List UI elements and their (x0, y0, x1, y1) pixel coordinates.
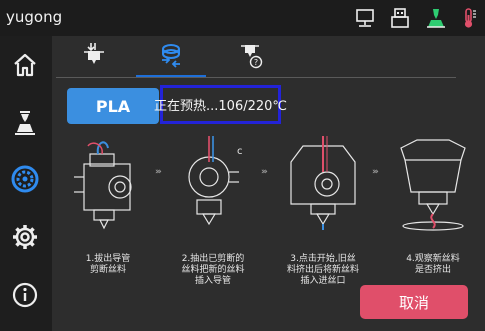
step-3-caption: 3.点击开始,旧丝 料挤出后将新丝料 插入进丝口 (286, 254, 359, 286)
sidebar (0, 36, 52, 331)
step-1-illustration (62, 132, 154, 232)
filament-icon (10, 164, 40, 198)
step-4-caption: 4.观察新丝料 是否挤出 (406, 254, 460, 275)
network-icon[interactable] (354, 7, 376, 29)
load-filament-icon (79, 40, 109, 74)
filament-help-icon: ? (235, 40, 265, 74)
tab-divider (56, 77, 456, 78)
sidebar-item-settings[interactable] (8, 222, 42, 256)
main-panel: ? PLA 正在预热...106/220℃ ››› c ››› ››› 1.拔出… (52, 36, 485, 331)
step-2-illustration: c (167, 132, 259, 232)
preheat-status: 正在预热...106/220℃ (154, 85, 287, 124)
home-icon (11, 51, 39, 83)
change-filament-icon (156, 40, 186, 74)
svg-text:c: c (237, 146, 243, 157)
settings-icon (11, 223, 39, 255)
sidebar-item-filament[interactable] (8, 164, 42, 198)
print-icon (11, 109, 39, 141)
cancel-button[interactable]: 取消 (360, 285, 468, 319)
sidebar-item-info[interactable] (8, 280, 42, 314)
material-button[interactable]: PLA (67, 88, 159, 124)
svg-text:?: ? (254, 58, 258, 67)
sidebar-item-print[interactable] (8, 108, 42, 142)
info-icon (11, 281, 39, 313)
step-arrow-icon: ››› (261, 167, 268, 177)
app-title: yugong (6, 8, 63, 26)
top-bar: yugong (0, 0, 485, 36)
temperature-icon[interactable] (458, 7, 480, 29)
step-arrow-icon: ››› (372, 167, 379, 177)
step-3-illustration (277, 132, 369, 232)
filament-help-tab[interactable]: ? (230, 41, 270, 73)
printer-status-icon[interactable] (425, 7, 447, 29)
change-filament-tab[interactable] (151, 41, 191, 73)
preheat-status-text: 正在预热...106/220℃ (154, 99, 288, 114)
sidebar-item-home[interactable] (8, 50, 42, 84)
load-filament-tab[interactable] (74, 41, 114, 73)
usb-icon[interactable] (389, 7, 411, 29)
step-2-caption: 2.抽出已剪断的 丝料把新的丝料 插入导管 (181, 254, 245, 286)
step-4-illustration (387, 132, 479, 232)
step-arrow-icon: ››› (155, 167, 162, 177)
step-1-caption: 1.拔出导管 剪断丝料 (85, 254, 131, 275)
